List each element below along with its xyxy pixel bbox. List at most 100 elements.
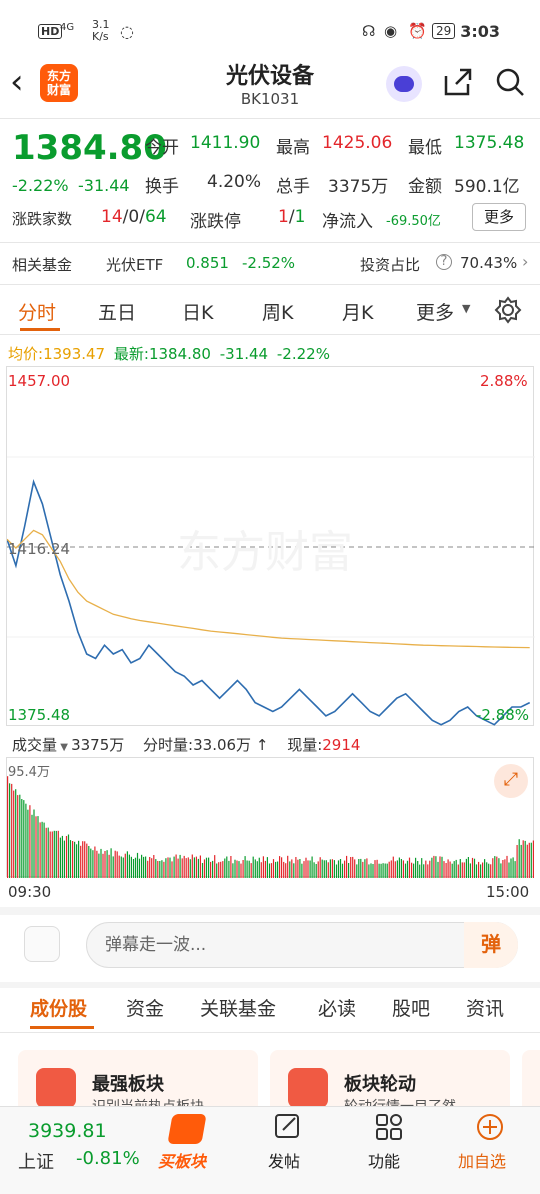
add-watchlist-button[interactable]: 加自选 xyxy=(458,1148,540,1194)
intraday-chart[interactable]: 东方财富 xyxy=(6,366,535,726)
volume-bar xyxy=(333,860,335,878)
volume-chart[interactable] xyxy=(6,757,534,878)
volume-bar xyxy=(35,816,37,878)
volume-bar xyxy=(331,859,333,878)
tab-more[interactable]: 更多 xyxy=(416,298,454,325)
volume-bar xyxy=(122,857,124,878)
volume-bar xyxy=(297,859,299,878)
search-icon[interactable] xyxy=(494,66,526,98)
hd-icon: HD xyxy=(38,24,63,39)
open-value: 1411.90 xyxy=(190,133,261,153)
volume-bar xyxy=(504,859,506,878)
change-pct: -2.22% xyxy=(12,176,69,195)
expand-icon[interactable]: ⤢ xyxy=(494,764,528,798)
function-grid-icon[interactable] xyxy=(374,1112,404,1142)
tab-daily-k[interactable]: 日K xyxy=(182,298,213,325)
help-icon[interactable]: ? xyxy=(436,254,452,270)
price-line xyxy=(7,479,531,726)
tab-forum[interactable]: 股吧 xyxy=(392,994,430,1021)
volume-bar xyxy=(189,859,191,878)
volume-bar xyxy=(242,860,244,878)
volume-bar xyxy=(248,860,250,878)
volume-bar xyxy=(177,858,179,878)
tab-constituents[interactable]: 成份股 xyxy=(30,994,87,1021)
volume-bar xyxy=(337,860,340,878)
volume-bar xyxy=(112,856,114,878)
low-value: 1375.48 xyxy=(454,133,525,153)
volume-bar xyxy=(94,846,96,878)
volume-bar xyxy=(435,856,437,878)
volume-bar xyxy=(244,856,246,878)
tab-related-funds[interactable]: 关联基金 xyxy=(200,994,276,1021)
volume-bar xyxy=(59,837,61,878)
volume-bar xyxy=(384,863,386,878)
share-icon[interactable] xyxy=(442,66,474,98)
add-watchlist-icon[interactable] xyxy=(475,1112,505,1142)
volume-bar xyxy=(96,850,98,878)
comment-list-icon[interactable] xyxy=(24,926,60,962)
post-edit-icon[interactable] xyxy=(273,1112,303,1142)
volume-bar xyxy=(82,841,84,878)
buy-sector-icon[interactable] xyxy=(167,1114,207,1144)
danmu-input[interactable]: 弹幕走一波... xyxy=(86,922,518,968)
volume-bar xyxy=(404,863,407,878)
fund-name[interactable]: 光伏ETF xyxy=(106,254,163,275)
battery-icon: 29 xyxy=(432,23,456,39)
volume-bar xyxy=(128,854,130,878)
tab-news[interactable]: 资讯 xyxy=(466,994,504,1021)
volume-bar xyxy=(352,856,354,878)
volume-bar xyxy=(264,860,266,878)
volume-bar xyxy=(514,861,516,878)
more-quote-button[interactable]: 更多 xyxy=(472,203,526,231)
volume-bar xyxy=(43,822,45,878)
volume-bar xyxy=(268,863,271,878)
tab-monthly-k[interactable]: 月K xyxy=(342,298,373,325)
volume-bar xyxy=(193,857,195,878)
volume-bar xyxy=(362,861,364,878)
tab-intraday[interactable]: 分时 xyxy=(18,298,56,325)
volume-bar xyxy=(147,860,149,878)
volume-bar xyxy=(510,858,512,878)
volume-bar xyxy=(167,857,169,878)
tab-weekly-k[interactable]: 周K xyxy=(262,298,293,325)
assistant-robot-icon[interactable] xyxy=(386,66,422,102)
index-value[interactable]: 3939.81 xyxy=(28,1120,107,1142)
danmu-toggle-button[interactable]: 弹 xyxy=(464,922,518,968)
volume-bar xyxy=(364,859,366,878)
index-name[interactable]: 上证 xyxy=(18,1148,54,1174)
tab-must-read[interactable]: 必读 xyxy=(318,994,356,1021)
tab-five-day[interactable]: 五日 xyxy=(98,298,136,325)
sync-icon: ◌ xyxy=(120,22,134,41)
ratio-label: 投资占比 xyxy=(360,256,421,274)
volume-bar xyxy=(108,854,110,878)
volume-bar xyxy=(120,856,122,878)
volume-bar xyxy=(443,861,445,878)
volume-bar xyxy=(386,863,388,878)
volume-bar xyxy=(467,857,469,878)
volume-bar xyxy=(344,860,346,878)
volume-bar xyxy=(29,805,31,878)
volume-bar xyxy=(212,860,214,878)
tab-capital[interactable]: 资金 xyxy=(126,994,164,1021)
volume-bar xyxy=(512,857,514,878)
index-change[interactable]: -0.81% xyxy=(76,1148,140,1169)
volume-bar xyxy=(402,860,404,878)
volume-bar xyxy=(473,858,476,878)
volume-bar xyxy=(311,856,313,878)
volume-bar xyxy=(9,783,11,878)
volume-bar xyxy=(57,830,59,878)
volume-bar xyxy=(423,864,425,878)
volume-bar xyxy=(400,859,402,878)
low-label: 最低 xyxy=(408,138,442,158)
volume-bar xyxy=(417,861,419,878)
volume-bar xyxy=(98,853,100,878)
volume-bar xyxy=(272,859,275,878)
settings-gear-icon[interactable] xyxy=(494,296,522,324)
limit-up-count: 1 xyxy=(278,207,289,227)
volume-bar xyxy=(463,862,465,878)
volume-bar xyxy=(173,856,175,878)
volume-bar xyxy=(240,863,242,878)
volume-bar xyxy=(216,863,218,878)
volume-bar xyxy=(453,861,455,878)
chevron-right-icon[interactable]: › xyxy=(522,252,528,271)
